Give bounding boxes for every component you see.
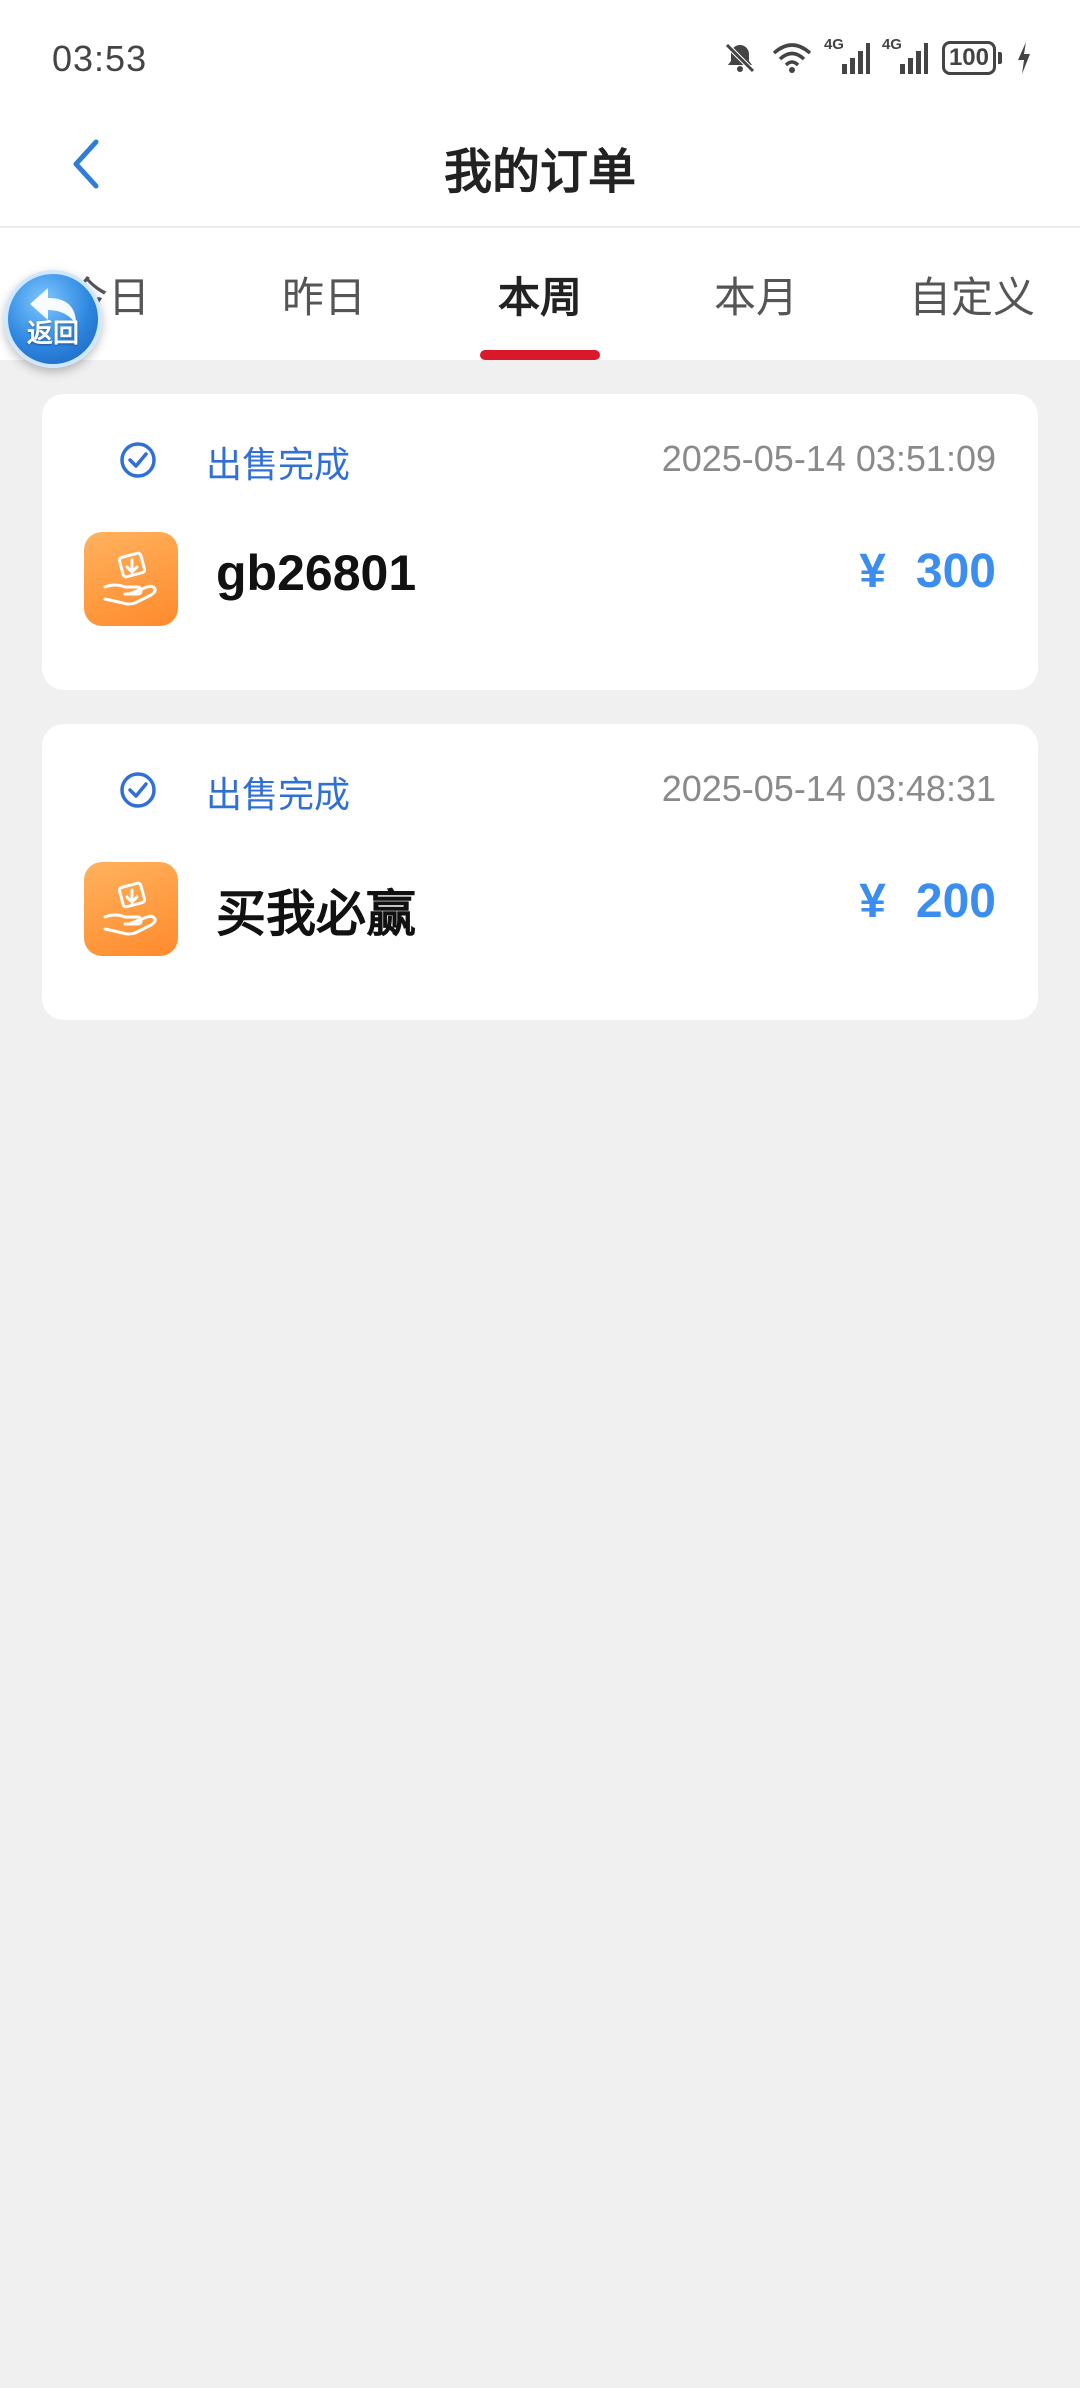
charging-icon bbox=[1016, 42, 1032, 74]
check-circle-icon bbox=[118, 770, 158, 815]
tab-label: 昨日 bbox=[281, 274, 366, 321]
price-amount: 300 bbox=[915, 545, 996, 598]
header: 我的订单 bbox=[0, 118, 1080, 228]
signal-4g-icon: 4G bbox=[824, 36, 870, 76]
active-tab-indicator bbox=[480, 350, 600, 360]
price-amount: 200 bbox=[915, 875, 996, 928]
status-time: 03:53 bbox=[52, 38, 148, 79]
battery-level: 100 bbox=[948, 44, 989, 71]
tab-label: 本周 bbox=[497, 274, 582, 321]
wifi-icon bbox=[772, 41, 812, 75]
order-status-label: 出售完成 bbox=[206, 444, 351, 485]
order-card[interactable]: 出售完成 2025-05-14 03:48:31 买我必赢 ¥ 200 bbox=[42, 724, 1038, 1020]
status-icons: 4G 4G 100 bbox=[722, 36, 1032, 80]
hand-coin-icon bbox=[84, 862, 178, 956]
floating-back-label: 返回 bbox=[26, 318, 79, 348]
order-status-label: 出售完成 bbox=[206, 774, 351, 815]
bell-muted-icon bbox=[722, 40, 758, 76]
product-name: gb26801 bbox=[216, 545, 417, 601]
floating-back-button[interactable]: 返回 bbox=[4, 270, 102, 368]
page-title: 我的订单 bbox=[443, 146, 636, 199]
tab-this-month[interactable]: 本月 bbox=[648, 228, 864, 360]
signal-4g-icon: 4G bbox=[882, 36, 928, 76]
tab-custom[interactable]: 自定义 bbox=[864, 228, 1080, 360]
status-bar: 03:53 4G 4G 100 bbox=[0, 0, 1080, 118]
battery-icon: 100 bbox=[941, 41, 1002, 75]
order-price: ¥ 300 bbox=[859, 544, 996, 599]
currency-symbol: ¥ bbox=[859, 875, 886, 928]
tab-label: 本月 bbox=[713, 274, 798, 321]
order-list: 出售完成 2025-05-14 03:51:09 gb26801 ¥ 300 出… bbox=[42, 394, 1038, 1054]
network-type-label: 4G bbox=[881, 36, 902, 53]
hand-coin-icon bbox=[84, 532, 178, 626]
tab-yesterday[interactable]: 昨日 bbox=[216, 228, 432, 360]
network-type-label: 4G bbox=[823, 36, 844, 53]
order-time: 2025-05-14 03:51:09 bbox=[661, 438, 996, 479]
tab-this-week[interactable]: 本周 bbox=[432, 228, 648, 360]
tab-bar: 今日 昨日 本周 本月 自定义 bbox=[0, 228, 1080, 360]
order-card[interactable]: 出售完成 2025-05-14 03:51:09 gb26801 ¥ 300 bbox=[42, 394, 1038, 690]
order-status: 出售完成 bbox=[118, 766, 350, 818]
currency-symbol: ¥ bbox=[859, 545, 886, 598]
tab-label: 自定义 bbox=[908, 274, 1035, 321]
order-time: 2025-05-14 03:48:31 bbox=[661, 768, 996, 809]
order-status: 出售完成 bbox=[118, 436, 350, 488]
check-circle-icon bbox=[118, 440, 158, 485]
order-price: ¥ 200 bbox=[859, 874, 996, 929]
product-name: 买我必赢 bbox=[216, 886, 416, 942]
